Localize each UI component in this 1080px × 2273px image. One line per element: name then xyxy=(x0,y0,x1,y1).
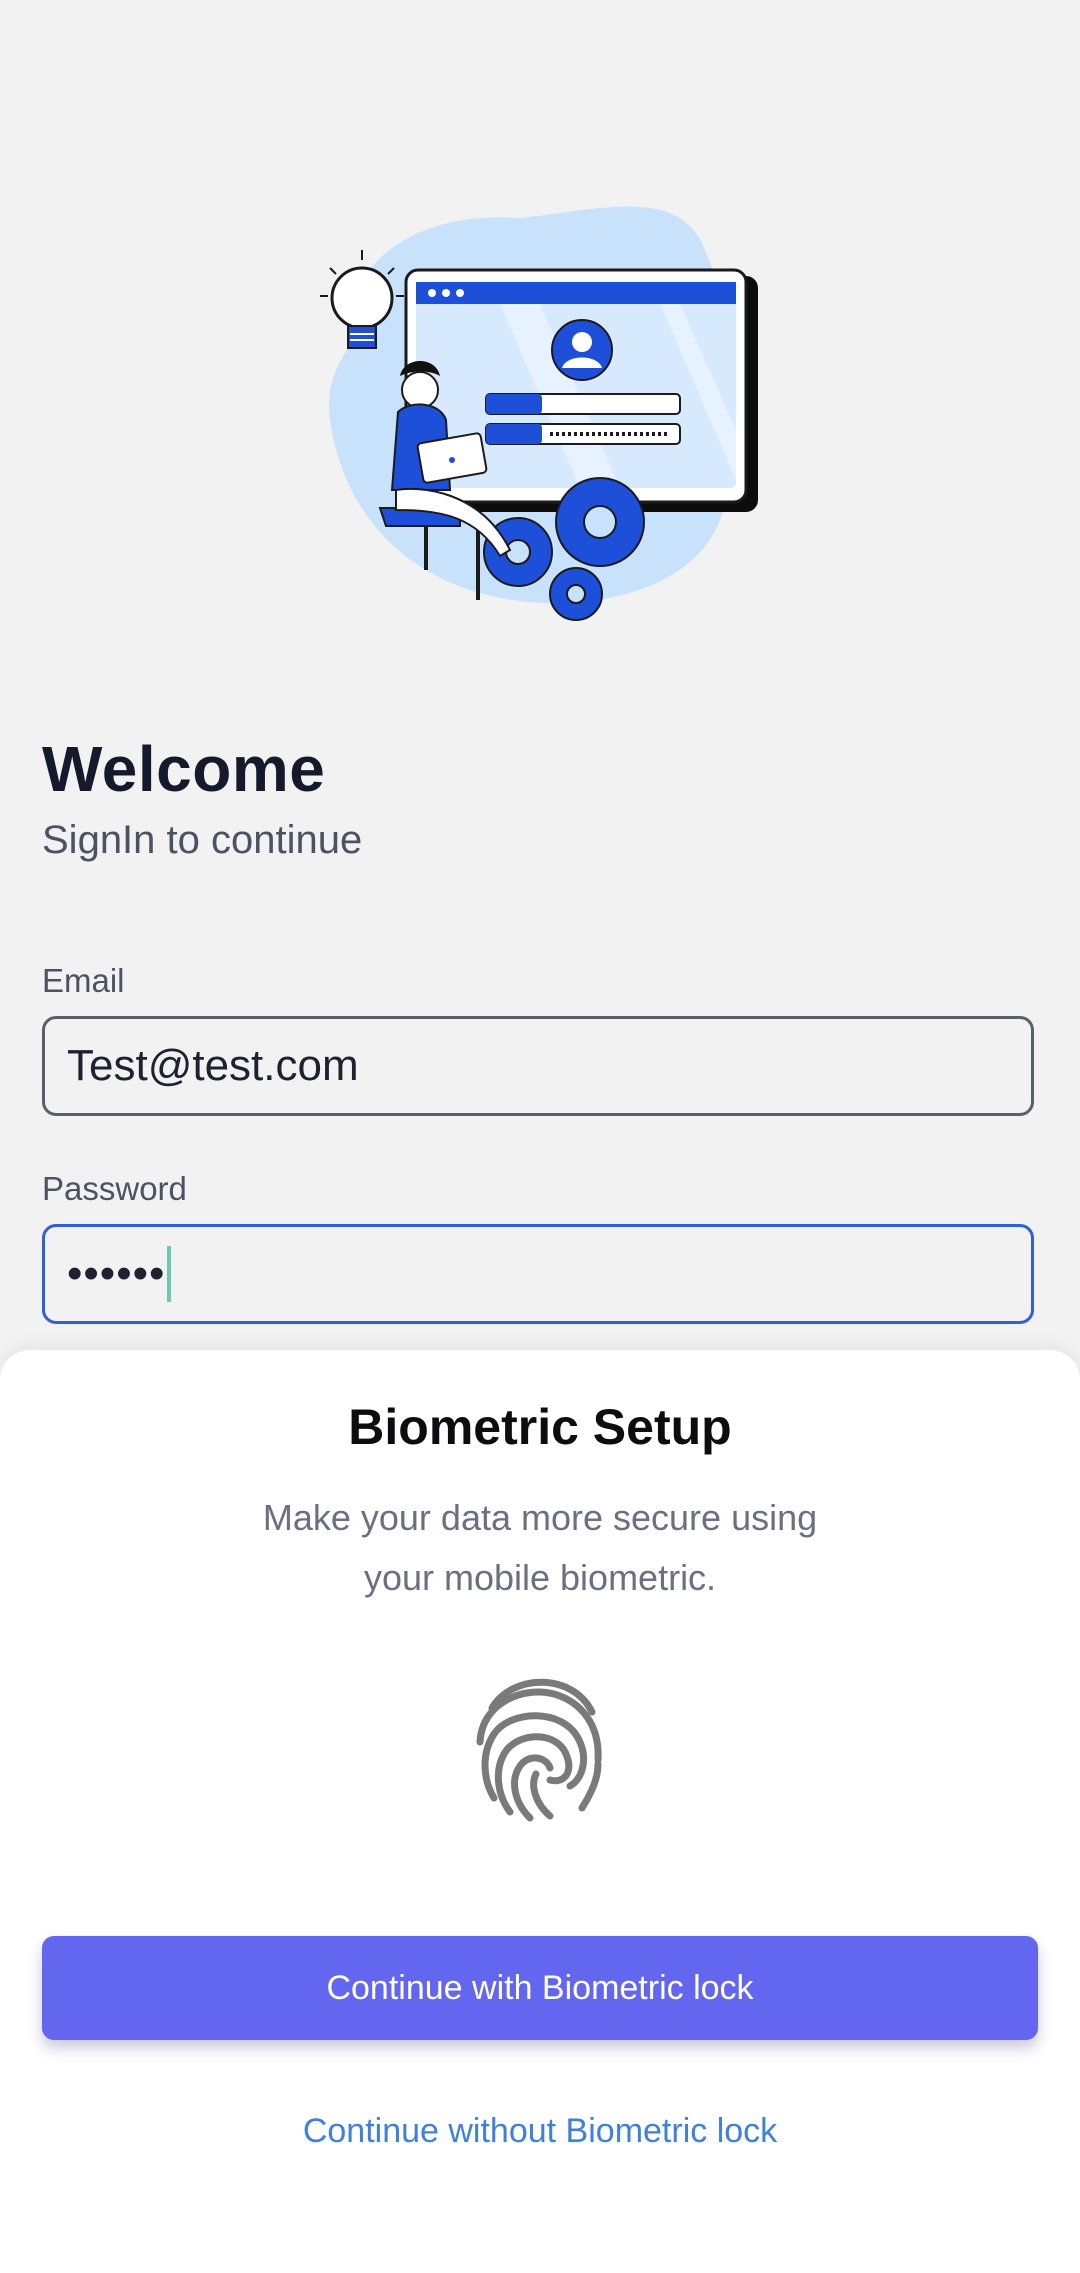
password-value: •••••• xyxy=(67,1249,166,1298)
login-screen: Welcome SignIn to continue Email Test@te… xyxy=(0,0,1080,2273)
continue-without-biometric-link[interactable]: Continue without Biometric lock xyxy=(0,2112,1080,2151)
fingerprint-icon xyxy=(476,1678,602,1822)
email-field[interactable]: Test@test.com xyxy=(42,1016,1034,1116)
password-field[interactable]: •••••• xyxy=(42,1224,1034,1324)
welcome-title: Welcome xyxy=(42,733,326,805)
text-caret xyxy=(167,1246,172,1302)
sheet-title: Biometric Setup xyxy=(348,1399,732,1455)
signin-subtitle: SignIn to continue xyxy=(42,818,363,862)
email-value: Test@test.com xyxy=(67,1041,359,1090)
login-illustration xyxy=(320,206,758,621)
password-label: Password xyxy=(42,1170,187,1207)
sheet-description-line1: Make your data more secure using xyxy=(262,1497,818,1538)
sheet-description: Make your data more secure using your mo… xyxy=(240,1488,840,1608)
continue-with-biometric-button[interactable]: Continue with Biometric lock xyxy=(42,1936,1038,2040)
sheet-description-line2: your mobile biometric. xyxy=(363,1557,717,1598)
email-label: Email xyxy=(42,962,125,999)
